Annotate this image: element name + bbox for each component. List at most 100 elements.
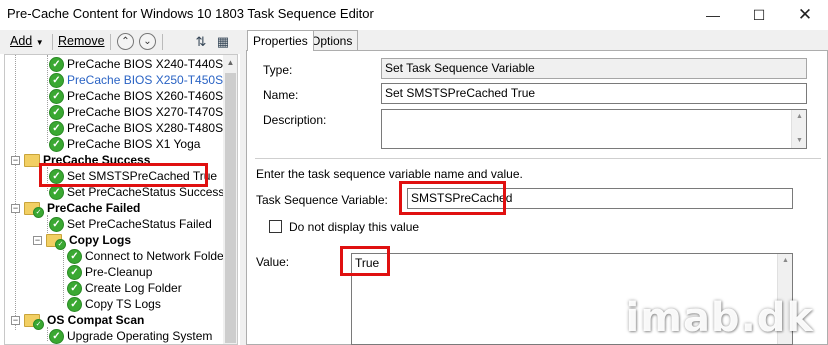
close-icon[interactable]: ✕ — [782, 0, 828, 30]
folder-icon: ✓ — [24, 201, 44, 218]
success-check-icon: ✓ — [67, 296, 82, 312]
tree-item[interactable]: ✓ PreCache BIOS X260-T460S — [49, 88, 223, 104]
folder-icon — [24, 153, 40, 167]
tree-group-label: Copy Logs — [69, 233, 131, 247]
tree-item[interactable]: ✓ PreCache BIOS X240-T440S — [49, 56, 223, 72]
tree-item-label: PreCache BIOS X250-T450S — [67, 73, 224, 87]
section-divider — [255, 158, 821, 159]
tree-connector — [15, 55, 16, 330]
tree-group-label: PreCache Failed — [47, 201, 141, 215]
toolbar-separator — [110, 34, 111, 50]
tree-group-label: OS Compat Scan — [47, 313, 145, 327]
dropdown-arrow-icon: ▼ — [35, 38, 44, 47]
tree-item[interactable]: ✓ Create Log Folder — [67, 280, 182, 296]
tree-group[interactable]: − ✓ Copy Logs — [33, 232, 131, 250]
tree-group[interactable]: − ✓ PreCache Failed — [11, 200, 141, 218]
success-check-icon: ✓ — [33, 206, 44, 218]
description-scrollbar[interactable]: ▲ ▼ — [791, 110, 806, 148]
tree-item[interactable]: ✓ Set PreCacheStatus Failed — [49, 216, 212, 232]
tree-scrollbar[interactable]: ▲ — [223, 55, 237, 344]
toolbar-separator — [162, 34, 163, 50]
collapse-icon[interactable]: − — [11, 155, 20, 165]
scroll-up-icon[interactable]: ▲ — [792, 110, 807, 124]
instruction-text: Enter the task sequence variable name an… — [256, 167, 523, 181]
tree-item[interactable]: ✓ Copy TS Logs — [67, 296, 161, 312]
type-field: Set Task Sequence Variable — [381, 58, 807, 79]
minimize-icon[interactable]: — — [690, 0, 736, 30]
tree-item-label: Pre-Cleanup — [85, 265, 153, 279]
success-check-icon: ✓ — [49, 104, 64, 120]
sort-icon[interactable]: ⇅ — [193, 34, 209, 50]
type-label: Type: — [263, 63, 293, 77]
tree-item-label: Set PreCacheStatus Success — [67, 185, 225, 199]
hide-value-label: Do not display this value — [289, 220, 420, 234]
scroll-up-icon[interactable]: ▲ — [223, 55, 237, 71]
task-sequence-tree[interactable]: ✓ PreCache BIOS X240-T440S ✓ PreCache BIOS… — [4, 54, 238, 345]
tree-item[interactable]: ✓ PreCache BIOS X270-T470S — [49, 104, 223, 120]
remove-button[interactable]: Remove — [58, 34, 105, 48]
tree-item[interactable]: ✓ Pre-Cleanup — [67, 264, 152, 280]
tree-item-label: PreCache BIOS X280-T480S — [67, 121, 224, 135]
tree-item-label: Set PreCacheStatus Failed — [67, 217, 212, 231]
variable-label: Task Sequence Variable: — [256, 193, 388, 207]
tree-item-label: PreCache BIOS X240-T440S — [67, 57, 224, 71]
tree-item-label: Connect to Network Folder — [85, 249, 228, 263]
hide-value-checkbox[interactable] — [269, 220, 282, 233]
description-textarea[interactable]: ▲ ▼ — [381, 109, 807, 149]
tree-item[interactable]: ✓ Connect to Network Folder — [67, 248, 228, 264]
tree-item[interactable]: ✓ Upgrade Operating System — [49, 328, 212, 344]
scroll-thumb[interactable] — [225, 73, 236, 343]
tree-item[interactable]: ✓ PreCache BIOS X280-T480S — [49, 120, 223, 136]
tree-toolbar: Add ▼ Remove ⌃ ⌄ ⇅ ▦ — [0, 30, 240, 54]
success-check-icon: ✓ — [67, 248, 82, 264]
tree-item-label: PreCache BIOS X270-T470S — [67, 105, 224, 119]
success-check-icon: ✓ — [67, 280, 82, 296]
tree-item-label: Create Log Folder — [85, 281, 182, 295]
success-check-icon: ✓ — [49, 120, 64, 136]
window-title: Pre-Cache Content for Windows 10 1803 Ta… — [7, 6, 374, 21]
properties-icon[interactable]: ▦ — [215, 34, 231, 50]
move-down-icon[interactable]: ⌄ — [139, 33, 156, 50]
value-label: Value: — [256, 255, 290, 269]
add-button[interactable]: Add ▼ — [10, 34, 44, 48]
highlight-box — [399, 181, 506, 215]
move-up-icon[interactable]: ⌃ — [117, 33, 134, 50]
title-bar: Pre-Cache Content for Windows 10 1803 Ta… — [0, 0, 828, 30]
success-check-icon: ✓ — [49, 88, 64, 104]
collapse-icon[interactable]: − — [33, 235, 42, 245]
scroll-down-icon[interactable]: ▼ — [792, 134, 807, 148]
description-label: Description: — [263, 113, 327, 127]
tree-group[interactable]: − ✓ OS Compat Scan — [11, 312, 145, 330]
success-check-icon: ✓ — [55, 238, 66, 250]
tab-properties[interactable]: Properties — [247, 30, 314, 51]
tree-item-label: Upgrade Operating System — [67, 329, 213, 343]
tree-connector — [63, 247, 64, 303]
collapse-icon[interactable]: − — [11, 315, 20, 325]
tree-item-label: PreCache BIOS X1 Yoga — [67, 137, 201, 151]
scroll-up-icon[interactable]: ▲ — [778, 254, 793, 268]
name-input[interactable]: Set SMSTSPreCached True — [381, 83, 807, 104]
folder-icon: ✓ — [24, 313, 44, 330]
add-label: Add — [10, 34, 33, 48]
tree-item[interactable]: ✓ PreCache BIOS X250-T450S — [49, 72, 223, 88]
tree-connector — [47, 327, 48, 341]
success-check-icon: ✓ — [49, 328, 64, 344]
success-check-icon: ✓ — [49, 136, 64, 152]
tree-item-label: PreCache BIOS X260-T460S — [67, 89, 224, 103]
toolbar-separator — [52, 34, 53, 50]
success-check-icon: ✓ — [49, 216, 64, 232]
success-check-icon: ✓ — [49, 72, 64, 88]
remove-label: Remove — [58, 34, 105, 48]
tree-connector — [47, 55, 48, 143]
highlight-box — [340, 246, 390, 276]
highlight-box — [39, 163, 208, 187]
maximize-icon[interactable]: ☐ — [736, 0, 782, 30]
watermark: imab.dk — [625, 295, 814, 341]
success-check-icon: ✓ — [49, 56, 64, 72]
success-check-icon: ✓ — [67, 264, 82, 280]
success-check-icon: ✓ — [33, 318, 44, 330]
collapse-icon[interactable]: − — [11, 203, 20, 213]
name-label: Name: — [263, 88, 299, 102]
tree-item[interactable]: ✓ PreCache BIOS X1 Yoga — [49, 136, 200, 152]
tree-item-label: Copy TS Logs — [85, 297, 161, 311]
